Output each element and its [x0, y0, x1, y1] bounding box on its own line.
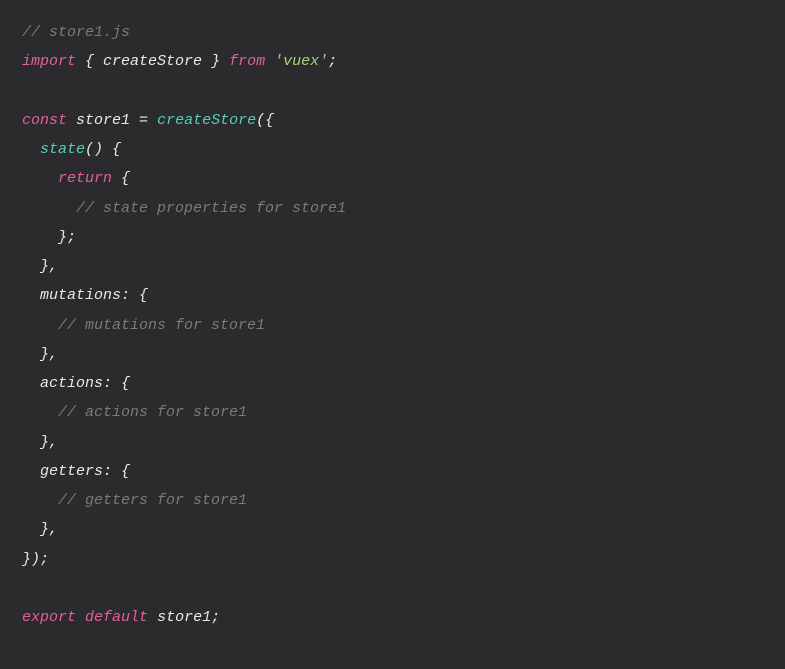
brace: } — [202, 53, 229, 70]
keyword-return: return — [58, 170, 112, 187]
code-line: // mutations for store1 — [22, 311, 763, 340]
indent — [22, 463, 40, 480]
brace: ({ — [256, 112, 274, 129]
code-line: export default store1; — [22, 603, 763, 632]
indent — [22, 492, 58, 509]
code-line: // getters for store1 — [22, 486, 763, 515]
keyword-export: export — [22, 609, 76, 626]
indent — [22, 258, 40, 275]
indent — [22, 200, 76, 217]
code-line: // actions for store1 — [22, 398, 763, 427]
indent — [22, 170, 58, 187]
property: mutations — [40, 287, 121, 304]
code-line: import { createStore } from 'vuex'; — [22, 47, 763, 76]
space — [67, 112, 76, 129]
comment: // store1.js — [22, 24, 130, 41]
identifier: store1 — [76, 112, 130, 129]
code-line-blank — [22, 574, 763, 603]
indent — [22, 287, 40, 304]
keyword-const: const — [22, 112, 67, 129]
indent — [22, 434, 40, 451]
keyword-default: default — [85, 609, 148, 626]
comment: // getters for store1 — [58, 492, 247, 509]
indent — [22, 229, 58, 246]
space — [76, 609, 85, 626]
brace: : { — [121, 287, 148, 304]
comment: // state properties for store1 — [76, 200, 346, 217]
identifier: createStore — [103, 53, 202, 70]
space — [265, 53, 274, 70]
keyword-import: import — [22, 53, 76, 70]
indent — [22, 404, 58, 421]
semicolon: ; — [328, 53, 337, 70]
property: actions — [40, 375, 103, 392]
code-line: getters: { — [22, 457, 763, 486]
brace: }, — [40, 346, 58, 363]
comment: // mutations for store1 — [58, 317, 265, 334]
code-line: state() { — [22, 135, 763, 164]
operator: = — [130, 112, 157, 129]
brace: }); — [22, 551, 49, 568]
code-line: const store1 = createStore({ — [22, 106, 763, 135]
brace: { — [76, 53, 103, 70]
brace: { — [103, 141, 121, 158]
parentheses: () — [85, 141, 103, 158]
comment: // actions for store1 — [58, 404, 247, 421]
brace: }; — [58, 229, 76, 246]
brace: : { — [103, 463, 130, 480]
code-line: // state properties for store1 — [22, 194, 763, 223]
function-name: createStore — [157, 112, 256, 129]
string-literal: 'vuex' — [274, 53, 328, 70]
brace: : { — [103, 375, 130, 392]
code-line-blank — [22, 77, 763, 106]
brace: }, — [40, 434, 58, 451]
brace: }, — [40, 521, 58, 538]
code-line: }, — [22, 252, 763, 281]
code-line: return { — [22, 164, 763, 193]
code-line: }; — [22, 223, 763, 252]
brace: { — [112, 170, 130, 187]
code-line: }, — [22, 340, 763, 369]
code-block: // store1.js import { createStore } from… — [22, 18, 763, 632]
keyword-from: from — [229, 53, 265, 70]
indent — [22, 521, 40, 538]
indent — [22, 141, 40, 158]
indent — [22, 375, 40, 392]
code-line: }); — [22, 545, 763, 574]
code-line: }, — [22, 515, 763, 544]
identifier: store1 — [157, 609, 211, 626]
indent — [22, 346, 40, 363]
space — [148, 609, 157, 626]
property: getters — [40, 463, 103, 480]
brace: }, — [40, 258, 58, 275]
code-line: actions: { — [22, 369, 763, 398]
code-line: }, — [22, 428, 763, 457]
semicolon: ; — [211, 609, 220, 626]
method-name: state — [40, 141, 85, 158]
code-line: mutations: { — [22, 281, 763, 310]
indent — [22, 317, 58, 334]
code-line: // store1.js — [22, 18, 763, 47]
